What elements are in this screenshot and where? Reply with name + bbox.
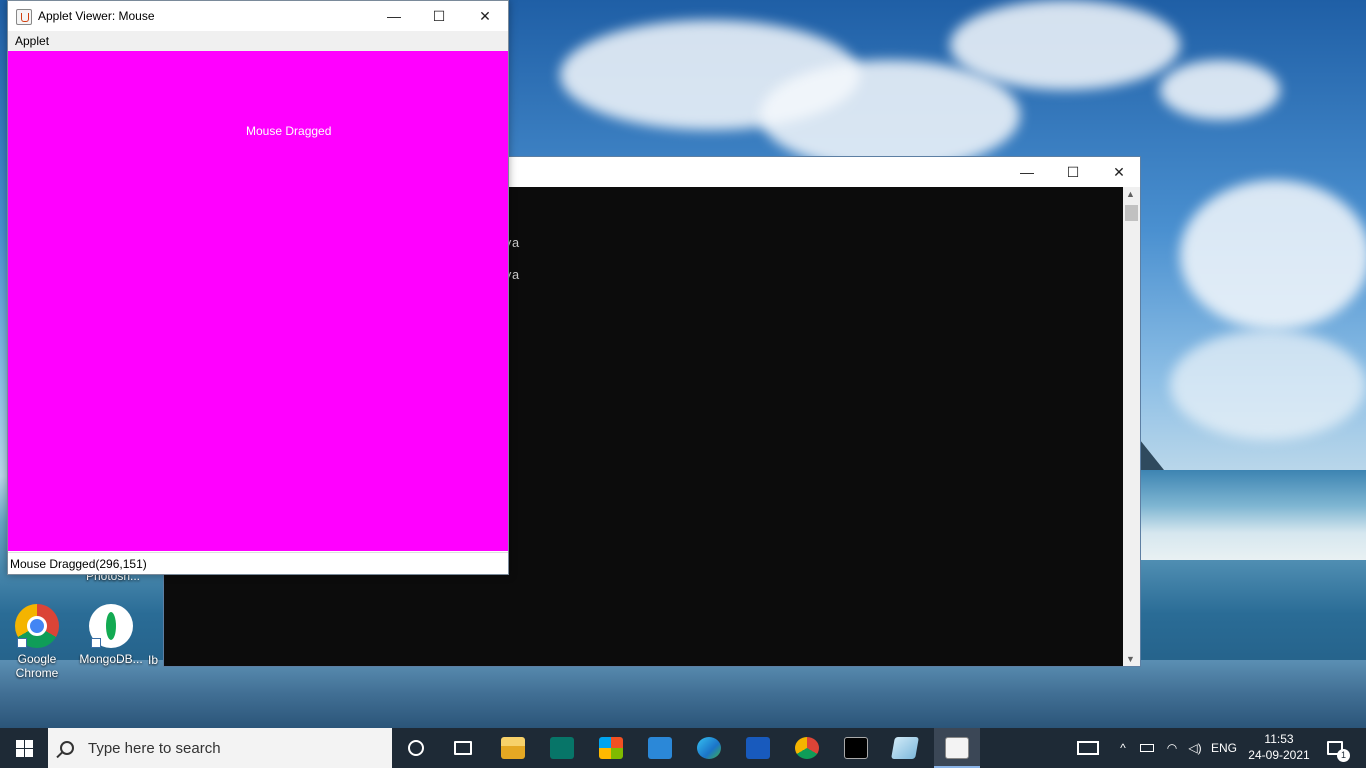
java-icon: [945, 737, 969, 759]
taskbar: Type here to search ^ ◠ ◁) ENG 11:53 24-…: [0, 728, 1366, 768]
window-title: Applet Viewer: Mouse: [38, 9, 155, 23]
file-explorer-icon: [501, 737, 525, 759]
news-icon: [1077, 741, 1099, 755]
battery-button[interactable]: [1138, 728, 1156, 768]
maximize-button[interactable]: ☐: [416, 1, 462, 31]
taskbar-mail[interactable]: [637, 728, 683, 768]
chevron-up-icon: ^: [1120, 741, 1126, 755]
search-icon: [60, 741, 74, 755]
sea: [1140, 470, 1366, 560]
cortana-icon: [408, 740, 424, 756]
cortana-button[interactable]: [393, 728, 439, 768]
close-button[interactable]: ✕: [462, 1, 508, 31]
vertical-scrollbar[interactable]: ▲ ▼: [1123, 187, 1140, 666]
menu-applet[interactable]: Applet: [15, 34, 49, 48]
status-bar: Mouse Dragged(296,151): [8, 552, 508, 574]
canvas-message: Mouse Dragged: [246, 124, 332, 138]
wifi-icon: ◠: [1166, 741, 1178, 755]
edge-icon: [697, 737, 721, 759]
volume-icon: ◁): [1188, 741, 1202, 755]
scroll-down-icon[interactable]: ▼: [1126, 654, 1135, 664]
task-view-icon: [454, 741, 472, 755]
taskbar-chrome[interactable]: [784, 728, 830, 768]
minimize-button[interactable]: —: [371, 1, 417, 31]
notepad-icon: [891, 737, 919, 759]
taskbar-notepad[interactable]: [882, 728, 928, 768]
mongodb-compass-icon: [89, 604, 133, 648]
menu-bar: Applet: [8, 31, 508, 51]
taskbar-publisher[interactable]: [539, 728, 585, 768]
taskbar-edge[interactable]: [686, 728, 732, 768]
chrome-icon: [15, 604, 59, 648]
close-button[interactable]: ✕: [1096, 157, 1142, 187]
taskbar-word[interactable]: [735, 728, 781, 768]
desktop-icon-label: Google: [17, 652, 57, 666]
cloud: [1160, 60, 1280, 120]
show-hidden-icons-button[interactable]: ^: [1114, 728, 1132, 768]
shortcut-arrow-icon: [91, 638, 101, 648]
applet-viewer-window[interactable]: Applet Viewer: Mouse — ☐ ✕ Applet Mouse …: [7, 0, 509, 575]
taskbar-command-prompt[interactable]: [833, 728, 879, 768]
cloud: [1170, 330, 1366, 440]
command-prompt-icon: [844, 737, 868, 759]
clock[interactable]: 11:53 24-09-2021: [1240, 731, 1318, 763]
search-box[interactable]: Type here to search: [48, 728, 392, 768]
cloud: [950, 0, 1180, 90]
chrome-icon: [795, 737, 819, 759]
minimize-button[interactable]: —: [1004, 157, 1050, 187]
mail-icon: [648, 737, 672, 759]
scroll-up-icon[interactable]: ▲: [1126, 189, 1135, 199]
taskbar-store[interactable]: [588, 728, 634, 768]
desktop-icon-partial[interactable]: Ib: [148, 653, 164, 667]
battery-icon: [1140, 744, 1154, 752]
clock-date: 24-09-2021: [1248, 748, 1310, 762]
applet-titlebar[interactable]: Applet Viewer: Mouse — ☐ ✕: [8, 1, 508, 31]
search-placeholder: Type here to search: [88, 739, 221, 757]
cloud: [760, 60, 1020, 170]
task-view-button[interactable]: [440, 728, 486, 768]
publisher-icon: [550, 737, 574, 759]
notification-badge: 1: [1337, 749, 1350, 762]
clock-time: 11:53: [1264, 732, 1294, 746]
desktop-icon-label: Chrome: [15, 666, 59, 680]
shortcut-arrow-icon: [17, 638, 27, 648]
cloud: [1180, 180, 1366, 330]
taskbar-file-explorer[interactable]: [490, 728, 536, 768]
wifi-button[interactable]: ◠: [1163, 728, 1181, 768]
desktop-icon-mongodb[interactable]: MongoDB...: [76, 604, 146, 666]
applet-canvas[interactable]: Mouse Dragged: [8, 51, 508, 551]
start-button[interactable]: [0, 728, 48, 768]
beach: [0, 660, 1366, 728]
maximize-button[interactable]: ☐: [1050, 157, 1096, 187]
news-widget-button[interactable]: [1072, 728, 1104, 768]
language-indicator[interactable]: ENG: [1210, 728, 1238, 768]
desktop-icon-chrome[interactable]: Google Chrome: [2, 604, 72, 680]
scrollbar-thumb[interactable]: [1125, 205, 1138, 221]
desktop-icon-label: Ib: [148, 653, 159, 667]
taskbar-java[interactable]: [934, 728, 980, 768]
java-icon: [16, 9, 32, 25]
windows-logo-icon: [15, 739, 33, 757]
action-center-button[interactable]: 1: [1320, 728, 1350, 768]
word-icon: [746, 737, 770, 759]
notification-icon: 1: [1327, 741, 1350, 762]
volume-button[interactable]: ◁): [1186, 728, 1204, 768]
desktop-icon-label: MongoDB...: [79, 652, 143, 666]
microsoft-store-icon: [599, 737, 623, 759]
